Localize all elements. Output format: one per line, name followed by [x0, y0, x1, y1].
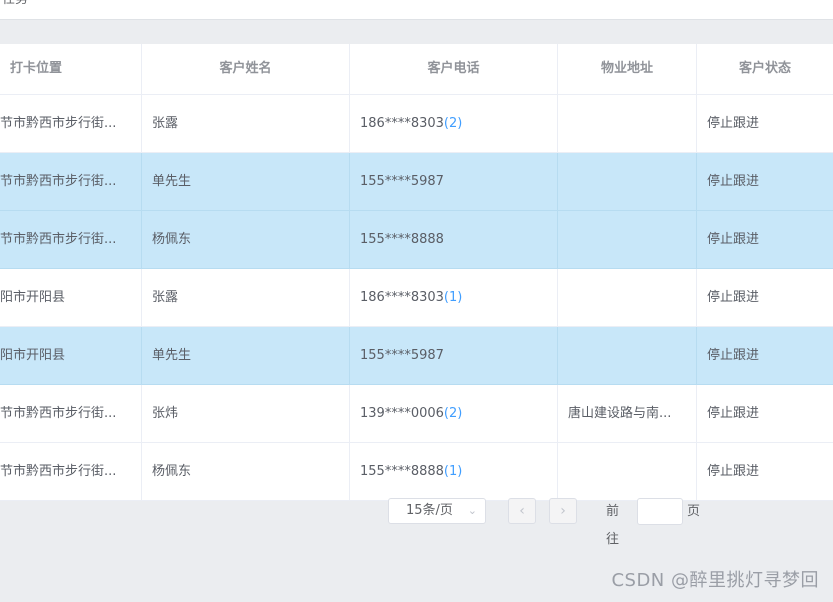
cell-checkin-location: 节市黔西市步行街... [0, 153, 142, 210]
page-size-select[interactable]: 15条/页 ⌄ [388, 498, 486, 524]
phone-number: 139****0006 [360, 406, 444, 421]
call-count-link[interactable]: (2) [444, 116, 462, 131]
table-row[interactable]: 节市黔西市步行街... 杨佩东 155****8888(1) 停止跟进 [0, 443, 833, 501]
phone-number: 186****8303 [360, 290, 444, 305]
phone-number: 186****8303 [360, 116, 444, 131]
column-header-customer-name[interactable]: 客户姓名 [142, 44, 350, 94]
cell-property-address: 唐山建设路与南... [558, 385, 697, 442]
column-header-customer-status[interactable]: 客户状态 [697, 44, 833, 94]
column-header-checkin-location[interactable]: 打卡位置 [0, 44, 142, 94]
cell-customer-phone: 155****8888 [350, 211, 558, 268]
cell-customer-status: 停止跟进 [707, 464, 760, 479]
table-header: 打卡位置 客户姓名 客户电话 物业地址 客户状态 [0, 44, 833, 95]
cell-customer-phone: 155****5987 [350, 327, 558, 384]
cell-checkin-location: 节市黔西市步行街... [0, 385, 142, 442]
cell-property-address [558, 327, 697, 384]
watermark: CSDN @醉里挑灯寻梦回 [611, 570, 819, 591]
cell-customer-phone: 139****0006(2) [350, 385, 558, 442]
page-size-label: 15条/页 [406, 503, 453, 518]
call-count-link[interactable]: (1) [444, 290, 462, 305]
top-bar: 任务 [0, 0, 833, 20]
table-row[interactable]: 阳市开阳县 单先生 155****5987 停止跟进 [0, 327, 833, 385]
cell-customer-phone: 155****8888(1) [350, 443, 558, 500]
phone-number: 155****5987 [360, 174, 444, 189]
data-table: 打卡位置 客户姓名 客户电话 物业地址 客户状态 节市黔西市步行街... 张露 18… [0, 44, 833, 501]
table-row[interactable]: 阳市开阳县 张露 186****8303(1) 停止跟进 [0, 269, 833, 327]
cell-customer-phone: 155****5987 [350, 153, 558, 210]
cell-customer-status: 停止跟进 [707, 232, 760, 247]
next-page-button[interactable]: › [549, 498, 577, 524]
phone-number: 155****5987 [360, 348, 444, 363]
call-count-link[interactable]: (1) [444, 464, 462, 479]
table-body: 节市黔西市步行街... 张露 186****8303(2) 停止跟进 节市黔西市步行街.… [0, 95, 833, 501]
prev-page-button[interactable]: ‹ [508, 498, 536, 524]
column-header-property-address[interactable]: 物业地址 [558, 44, 697, 94]
cell-customer-phone: 186****8303(2) [350, 95, 558, 152]
table-row[interactable]: 节市黔西市步行街... 张露 186****8303(2) 停止跟进 [0, 95, 833, 153]
call-count-link[interactable]: (2) [444, 406, 462, 421]
phone-number: 155****8888 [360, 232, 444, 247]
column-header-customer-phone[interactable]: 客户电话 [350, 44, 558, 94]
cell-customer-name: 杨佩东 [142, 443, 350, 500]
cell-checkin-location: 阳市开阳县 [0, 327, 142, 384]
cell-checkin-location: 节市黔西市步行街... [0, 211, 142, 268]
cell-customer-name: 单先生 [142, 327, 350, 384]
table-row[interactable]: 节市黔西市步行街... 张炜 139****0006(2) 唐山建设路与南... 停止跟… [0, 385, 833, 443]
cell-property-address [558, 443, 697, 500]
table-row[interactable]: 节市黔西市步行街... 单先生 155****5987 停止跟进 [0, 153, 833, 211]
cell-property-address [558, 153, 697, 210]
cell-customer-name: 张露 [142, 95, 350, 152]
page-title: 任务 [2, 0, 28, 9]
cell-property-address [558, 269, 697, 326]
chevron-right-icon: › [560, 503, 566, 519]
goto-label: 前往 [606, 504, 620, 547]
cell-customer-phone: 186****8303(1) [350, 269, 558, 326]
cell-checkin-location: 节市黔西市步行街... [0, 443, 142, 500]
cell-customer-status: 停止跟进 [707, 116, 760, 131]
cell-customer-name: 杨佩东 [142, 211, 350, 268]
phone-number: 155****8888 [360, 464, 444, 479]
chevron-down-icon: ⌄ [467, 504, 477, 517]
cell-customer-status: 停止跟进 [707, 290, 760, 305]
cell-checkin-location: 阳市开阳县 [0, 269, 142, 326]
cell-customer-status: 停止跟进 [707, 406, 760, 421]
cell-customer-status: 停止跟进 [707, 348, 760, 363]
cell-property-address [558, 95, 697, 152]
cell-property-address [558, 211, 697, 268]
table-row[interactable]: 节市黔西市步行街... 杨佩东 155****8888 停止跟进 [0, 211, 833, 269]
goto-suffix: 页 [687, 504, 701, 519]
cell-checkin-location: 节市黔西市步行街... [0, 95, 142, 152]
cell-customer-name: 单先生 [142, 153, 350, 210]
goto-page-input[interactable] [637, 498, 683, 525]
cell-customer-name: 张炜 [142, 385, 350, 442]
cell-customer-name: 张露 [142, 269, 350, 326]
cell-customer-status: 停止跟进 [707, 174, 760, 189]
chevron-left-icon: ‹ [519, 503, 525, 519]
